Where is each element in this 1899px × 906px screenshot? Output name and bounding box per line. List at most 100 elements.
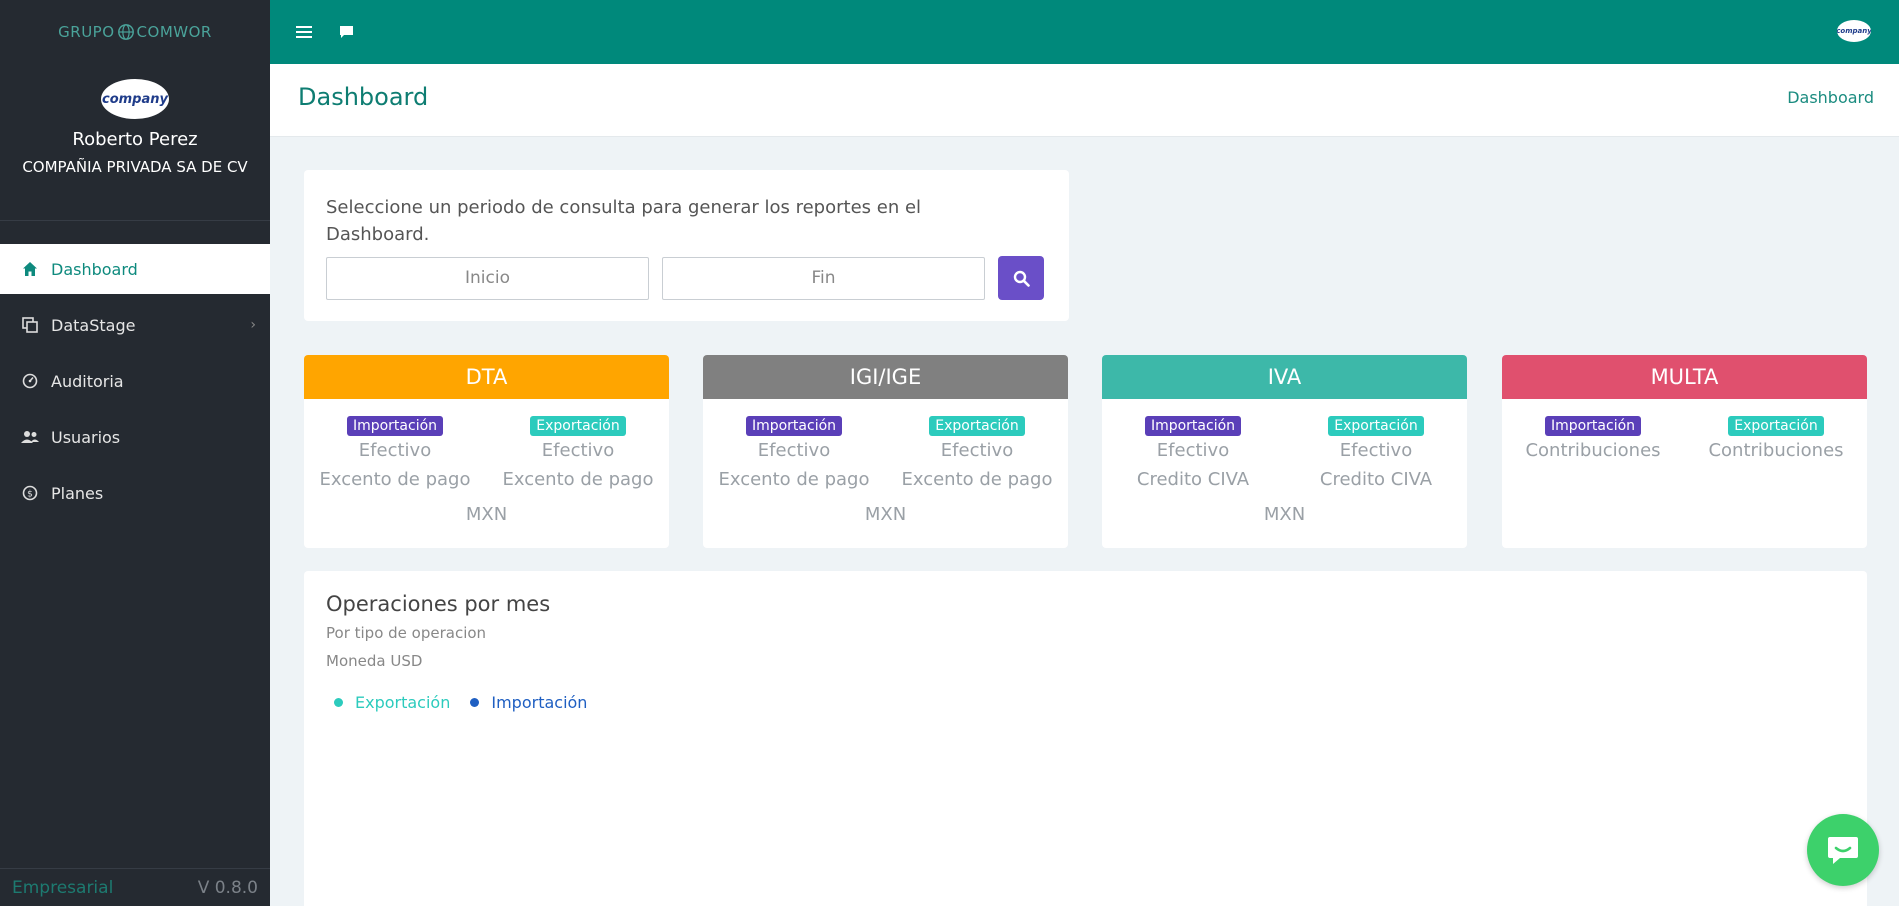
chat-icon[interactable] bbox=[336, 22, 356, 42]
import-column: Importación Efectivo Excento de pago bbox=[703, 415, 885, 493]
tax-card-body: Importación Efectivo Excento de pago Exp… bbox=[304, 399, 669, 548]
sidebar-item-datastage[interactable]: DataStage › bbox=[0, 300, 270, 350]
search-button[interactable] bbox=[998, 256, 1044, 300]
chevron-right-icon: › bbox=[250, 317, 256, 333]
legend-dot-icon bbox=[470, 698, 480, 707]
avatar[interactable]: company bbox=[101, 79, 169, 119]
import-line1: Efectivo bbox=[358, 440, 432, 461]
tax-card-header: MULTA bbox=[1502, 355, 1867, 399]
export-column: Exportación Efectivo Excento de pago bbox=[487, 415, 669, 493]
import-line2: Excento de pago bbox=[718, 469, 870, 490]
sidebar-item-label: Usuarios bbox=[51, 427, 121, 447]
sidebar-nav: Dashboard DataStage › Auditoria Usuarios… bbox=[0, 244, 270, 518]
home-icon bbox=[21, 260, 39, 278]
globe-icon bbox=[117, 23, 134, 40]
export-line2: Excento de pago bbox=[901, 469, 1053, 490]
live-chat-button[interactable] bbox=[1807, 814, 1879, 886]
legend-dot-icon bbox=[334, 698, 343, 707]
chart-legend: Exportación Importación bbox=[334, 693, 607, 712]
tax-card-body: Importación Efectivo Credito CIVA Export… bbox=[1102, 399, 1467, 548]
export-line1: Efectivo bbox=[940, 440, 1014, 461]
sidebar: GRUPO COMWOR company Roberto Perez COMPA… bbox=[0, 0, 270, 906]
svg-text:$: $ bbox=[27, 490, 33, 500]
currency-label: MXN bbox=[1263, 504, 1306, 525]
tax-card-header: IVA bbox=[1102, 355, 1467, 399]
sidebar-item-auditoria[interactable]: Auditoria bbox=[0, 356, 270, 406]
company-name: COMPAÑIA PRIVADA SA DE CV bbox=[22, 158, 248, 176]
tax-card-body: Importación Contribuciones Exportación C… bbox=[1502, 399, 1867, 548]
brand-right: COMWOR bbox=[136, 22, 212, 41]
version-label: V 0.8.0 bbox=[197, 877, 258, 898]
sidebar-item-label: Auditoria bbox=[51, 371, 124, 391]
import-line1: Efectivo bbox=[757, 440, 831, 461]
end-date-input[interactable] bbox=[662, 256, 985, 300]
import-line2: Credito CIVA bbox=[1136, 469, 1250, 490]
export-badge: Exportación bbox=[929, 416, 1025, 436]
legend-label: Exportación bbox=[355, 693, 451, 712]
avatar-logo-text: company bbox=[1837, 27, 1871, 35]
user-avatar[interactable]: company bbox=[1837, 20, 1871, 42]
user-name: Roberto Perez bbox=[72, 129, 198, 150]
tax-card-body: Importación Efectivo Excento de pago Exp… bbox=[703, 399, 1068, 548]
legend-label: Importación bbox=[491, 693, 588, 712]
tax-card-igi-ige: IGI/IGE Importación Efectivo Excento de … bbox=[703, 355, 1068, 548]
export-badge: Exportación bbox=[1328, 416, 1424, 436]
sidebar-item-dashboard[interactable]: Dashboard bbox=[0, 244, 270, 294]
currency-label: MXN bbox=[864, 504, 907, 525]
chat-bubble-icon bbox=[1828, 837, 1858, 864]
export-column: Exportación Efectivo Credito CIVA bbox=[1285, 415, 1467, 493]
export-badge: Exportación bbox=[1728, 416, 1824, 436]
avatar-logo-text: company bbox=[102, 91, 168, 107]
export-line1: Efectivo bbox=[541, 440, 615, 461]
import-column: Importación Contribuciones bbox=[1502, 415, 1684, 464]
sidebar-footer: Empresarial V 0.8.0 bbox=[0, 868, 270, 906]
brand-left: GRUPO bbox=[58, 22, 115, 41]
tax-card-dta: DTA Importación Efectivo Excento de pago… bbox=[304, 355, 669, 548]
import-line2: Excento de pago bbox=[319, 469, 471, 490]
import-badge: Importación bbox=[346, 416, 444, 436]
dollar-icon: $ bbox=[21, 484, 39, 502]
export-badge: Exportación bbox=[530, 416, 626, 436]
import-badge: Importación bbox=[1544, 416, 1642, 436]
operations-chart-card: Operaciones por mes Por tipo de operacio… bbox=[304, 571, 1867, 906]
gauge-icon bbox=[21, 372, 39, 390]
export-column: Exportación Efectivo Excento de pago bbox=[886, 415, 1068, 493]
import-column: Importación Efectivo Credito CIVA bbox=[1102, 415, 1284, 493]
tax-card-header: IGI/IGE bbox=[703, 355, 1068, 399]
export-line1: Contribuciones bbox=[1708, 440, 1844, 461]
sidebar-item-planes[interactable]: $ Planes bbox=[0, 468, 270, 518]
period-selector-card: Seleccione un periodo de consulta para g… bbox=[304, 170, 1069, 321]
currency-label: MXN bbox=[465, 504, 508, 525]
tax-card-multa: MULTA Importación Contribuciones Exporta… bbox=[1502, 355, 1867, 548]
sidebar-item-label: DataStage bbox=[51, 315, 136, 335]
import-badge: Importación bbox=[1144, 416, 1242, 436]
period-instructions: Seleccione un periodo de consulta para g… bbox=[326, 197, 922, 245]
sidebar-item-label: Planes bbox=[51, 483, 104, 503]
import-column: Importación Efectivo Excento de pago bbox=[304, 415, 486, 493]
export-line2: Excento de pago bbox=[502, 469, 654, 490]
legend-item-importacion[interactable]: Importación bbox=[470, 693, 587, 712]
page-title: Dashboard bbox=[298, 83, 429, 111]
import-line1: Contribuciones bbox=[1525, 440, 1661, 461]
operations-currency: Moneda USD bbox=[326, 652, 423, 670]
export-column: Exportación Contribuciones bbox=[1685, 415, 1867, 464]
sidebar-item-usuarios[interactable]: Usuarios bbox=[0, 412, 270, 462]
user-profile: company Roberto Perez COMPAÑIA PRIVADA S… bbox=[0, 63, 270, 221]
legend-item-exportacion[interactable]: Exportación bbox=[334, 693, 450, 712]
export-line1: Efectivo bbox=[1339, 440, 1413, 461]
operations-title: Operaciones por mes bbox=[326, 592, 551, 616]
tax-card-header: DTA bbox=[304, 355, 669, 399]
operations-subtitle: Por tipo de operacion bbox=[326, 624, 487, 642]
import-badge: Importación bbox=[745, 416, 843, 436]
brand-logo[interactable]: GRUPO COMWOR bbox=[0, 0, 270, 63]
page-header: Dashboard Dashboard bbox=[270, 64, 1899, 137]
top-bar: company bbox=[270, 0, 1899, 64]
import-line1: Efectivo bbox=[1156, 440, 1230, 461]
breadcrumb[interactable]: Dashboard bbox=[1787, 88, 1874, 107]
users-icon bbox=[21, 428, 39, 446]
start-date-input[interactable] bbox=[326, 256, 649, 300]
hamburger-menu-icon[interactable] bbox=[294, 22, 314, 42]
sidebar-item-label: Dashboard bbox=[51, 259, 138, 279]
copy-icon bbox=[21, 316, 39, 334]
search-icon bbox=[1013, 270, 1030, 287]
